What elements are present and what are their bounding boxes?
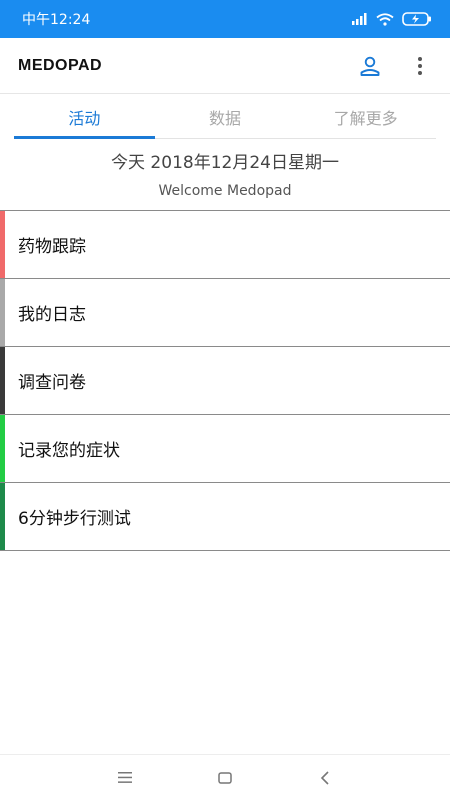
more-vert-icon (418, 56, 422, 75)
list-item-label: 6分钟步行测试 (18, 509, 131, 529)
system-nav-bar (0, 754, 450, 800)
battery-charging-icon (402, 12, 431, 26)
tab-activities[interactable]: 活动 (14, 95, 155, 139)
list-item-medication-tracking[interactable]: 药物跟踪 (0, 211, 450, 279)
list-item-6min-walk-test[interactable]: 6分钟步行测试 (0, 483, 450, 551)
date-heading: 今天 2018年12月24日星期一 (111, 153, 339, 173)
list-item-label: 调查问卷 (18, 373, 86, 393)
list-item-label: 我的日志 (18, 305, 86, 325)
nav-back-button[interactable] (310, 763, 340, 793)
nav-home-button[interactable] (210, 763, 240, 793)
color-indicator (0, 347, 5, 414)
color-indicator (0, 211, 5, 278)
list-item-log-symptoms[interactable]: 记录您的症状 (0, 415, 450, 483)
color-indicator (0, 483, 5, 550)
person-icon (360, 56, 380, 76)
nav-menu-button[interactable] (110, 763, 140, 793)
list-item-label: 药物跟踪 (18, 237, 86, 257)
signal-icon (352, 13, 367, 25)
status-icons (352, 12, 432, 26)
app-bar: MEDOPAD (0, 38, 450, 94)
tab-data[interactable]: 数据 (155, 95, 296, 138)
activity-list: 药物跟踪 我的日志 调查问卷 记录您的症状 6分钟步行测试 (0, 210, 450, 551)
more-menu-button[interactable] (408, 54, 432, 78)
home-square-icon (218, 771, 232, 784)
welcome-text: Welcome Medopad (158, 183, 292, 199)
tab-learn-more[interactable]: 了解更多 (295, 95, 436, 138)
color-indicator (0, 415, 5, 482)
wifi-icon (376, 12, 394, 26)
status-time: 中午12:24 (22, 12, 91, 28)
status-bar: 中午12:24 (0, 0, 450, 38)
list-item-survey[interactable]: 调查问卷 (0, 347, 450, 415)
app-title: MEDOPAD (18, 56, 103, 74)
profile-button[interactable] (358, 54, 382, 78)
tab-bar: 活动 数据 了解更多 (14, 95, 436, 139)
back-chevron-icon (320, 770, 329, 785)
color-indicator (0, 279, 5, 346)
list-item-my-diary[interactable]: 我的日志 (0, 279, 450, 347)
menu-icon (118, 772, 132, 783)
list-item-label: 记录您的症状 (18, 441, 120, 461)
